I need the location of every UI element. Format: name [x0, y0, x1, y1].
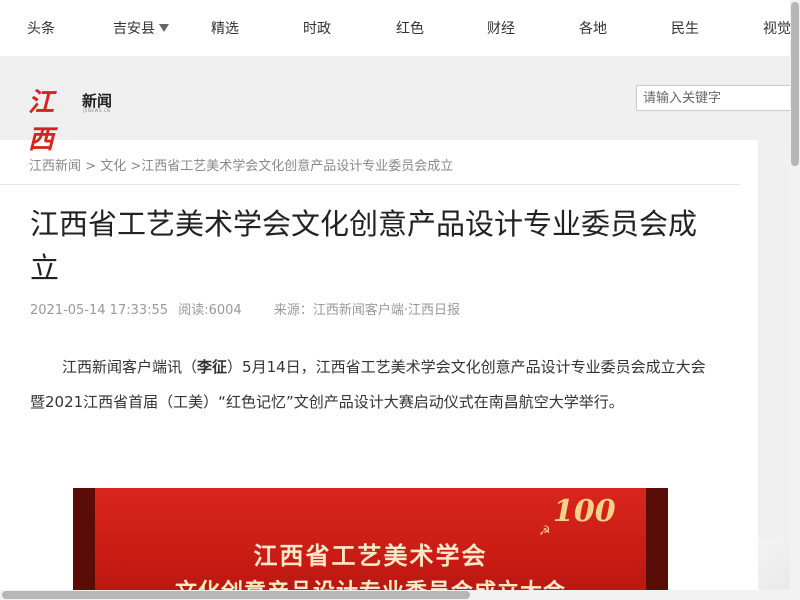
- breadcrumb-section-link[interactable]: 文化: [100, 159, 126, 174]
- top-navigation: 头条 吉安县 精选 时政 红色 财经 各地 民生 视觉: [0, 0, 791, 56]
- triangle-down-icon: [159, 24, 169, 32]
- article-read-count: 阅读:6004: [178, 303, 242, 318]
- emblem-number: 100: [553, 494, 616, 529]
- nav-item-livelihood[interactable]: 民生: [671, 18, 699, 38]
- banner-line-1: 江西省工艺美术学会: [253, 542, 488, 570]
- breadcrumb: 江西新闻 > 文化 >江西省工艺美术学会文化创意产品设计专业委员会成立: [0, 140, 740, 185]
- nav-item-finance[interactable]: 财经: [487, 18, 515, 38]
- nav-item-featured[interactable]: 精选: [211, 18, 239, 38]
- author-name: 李征: [197, 358, 228, 376]
- breadcrumb-separator: >: [126, 159, 142, 174]
- article-photo: 100 ☭ 江西省工艺美术学会 文化创意产品设计专业委员会成立大会: [73, 488, 668, 600]
- horizontal-scrollbar-thumb[interactable]: [2, 591, 470, 599]
- article-source: 来源：江西新闻客户端·江西日报: [273, 303, 460, 318]
- breadcrumb-home-link[interactable]: 江西新闻: [29, 159, 81, 174]
- sidebar-background: [758, 140, 790, 600]
- site-header: 江西 新闻 JXNEWS.CN: [0, 56, 796, 155]
- nav-item-jian-county[interactable]: 吉安县: [113, 18, 169, 38]
- article-datetime: 2021-05-14 17:33:55: [30, 303, 169, 318]
- nav-item-local[interactable]: 各地: [579, 18, 607, 38]
- breadcrumb-current: 江西省工艺美术学会文化创意产品设计专业委员会成立: [141, 159, 454, 174]
- search-input[interactable]: [636, 85, 796, 111]
- logo-domain-text: JXNEWS.CN: [83, 108, 111, 113]
- nav-item-headlines[interactable]: 头条: [27, 18, 55, 38]
- right-sidebar: [740, 140, 790, 600]
- nav-item-red[interactable]: 红色: [396, 18, 424, 38]
- nav-item-politics[interactable]: 时政: [303, 18, 331, 38]
- breadcrumb-separator: >: [81, 159, 101, 174]
- nav-item-visual[interactable]: 视觉: [763, 18, 791, 38]
- article-paragraph: 江西新闻客户端讯（李征）5月14日，江西省工艺美术学会文化创意产品设计专业委员会…: [30, 350, 710, 420]
- vertical-scrollbar[interactable]: [790, 0, 800, 600]
- article-title: 江西省工艺美术学会文化创意产品设计专业委员会成立: [30, 207, 698, 285]
- vertical-scrollbar-thumb[interactable]: [791, 2, 799, 166]
- horizontal-scrollbar[interactable]: [0, 590, 790, 600]
- nav-item-label: 吉安县: [113, 21, 155, 37]
- article-meta: 2021-05-14 17:33:55 阅读:6004 来源：江西新闻客户端·江…: [30, 299, 466, 318]
- paragraph-text: 江西新闻客户端讯（: [62, 358, 198, 376]
